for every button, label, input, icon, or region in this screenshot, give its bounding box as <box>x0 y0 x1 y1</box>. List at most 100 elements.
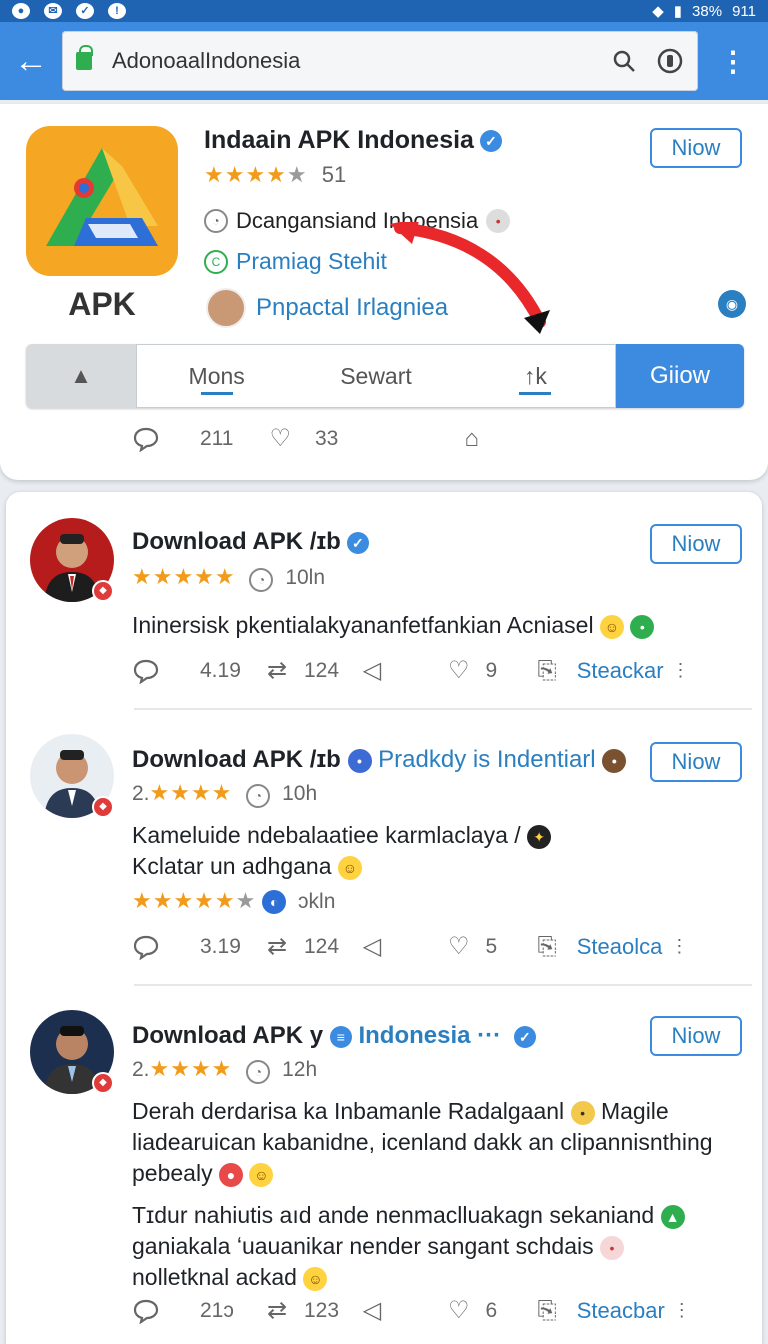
notification-icon: ✉ <box>44 3 62 19</box>
post-title-extra[interactable]: Pradkdy is Indentiarl <box>378 746 595 773</box>
bookmark-icon[interactable]: ⎘ <box>538 1297 557 1325</box>
repost-count: 124 <box>304 658 340 682</box>
tab-mons[interactable]: Mons <box>137 345 296 407</box>
avatar[interactable] <box>206 288 246 328</box>
smile-emoji-icon: ☺ <box>337 855 362 880</box>
divider <box>134 984 752 986</box>
share-link[interactable]: Steackar <box>577 658 664 684</box>
post-sub-rating: ★★★★★★ ◐ ɔkln <box>132 888 335 915</box>
lock-icon <box>76 45 93 70</box>
share-icon[interactable]: ◁ <box>352 656 392 685</box>
post-text-line: nolletknal ackad <box>132 1264 297 1290</box>
rating-prefix: 2. <box>132 782 150 805</box>
post-time: 12h <box>282 1058 318 1081</box>
bookmark-icon[interactable]: ⎘ <box>538 657 557 685</box>
notification-icon: ✓ <box>76 3 94 19</box>
post-meta: 2.★★★★ ◔ 12h <box>132 1056 317 1084</box>
status-icons: ● ✉ ✓ ! <box>12 3 126 19</box>
share-link[interactable]: Steaolca <box>577 934 663 960</box>
heart-icon[interactable]: ♡ <box>448 932 470 961</box>
person-emoji-icon: • <box>570 1100 595 1125</box>
bookmark-icon[interactable]: ⎘ <box>538 933 557 961</box>
clock: 911 <box>732 2 756 20</box>
share-icon[interactable]: ◁ <box>352 932 392 961</box>
more-icon[interactable]: ⋮ <box>673 1300 691 1321</box>
post-text-line: Kameluide ndebalaatiee karmlaclaya / <box>132 822 521 848</box>
repost-icon[interactable]: ⇄ <box>262 932 292 961</box>
share-icon[interactable]: ◁ <box>352 1296 392 1325</box>
face-emoji-icon: • <box>600 1235 624 1260</box>
wifi-icon: ◆ <box>652 3 664 20</box>
repost-icon[interactable]: ⇄ <box>262 1296 292 1325</box>
post-actions: 4.19 ⇄ 124 ◁ ♡ 9 ⎘ Steackar ⋮ <box>132 656 748 685</box>
address-bar[interactable]: AdonoaalIndonesia <box>62 31 698 91</box>
tab-third[interactable]: ↑k <box>456 345 615 407</box>
back-arrow-icon[interactable]: ← <box>0 22 62 100</box>
post-actions: 21ɔ ⇄ 123 ◁ ♡ 6 ⎘ Steacbar ⋮ <box>132 1296 748 1325</box>
promo-row: C Pramiag Stehit <box>204 248 387 275</box>
comment-icon[interactable] <box>132 934 160 960</box>
signal-icon: ▮ <box>673 3 683 20</box>
like-count: 5 <box>485 934 498 958</box>
post-card: ◆ Download APK /ɪb • Pradkdy is Indentia… <box>6 712 762 982</box>
more-icon[interactable]: ⋮ <box>670 936 688 957</box>
rating-prefix: 2. <box>132 1058 150 1081</box>
post-time: 10h <box>282 782 318 805</box>
app-card: APK Indaain APK Indonesia ✓ ★★★★★ 51 ◔ Dc… <box>0 104 768 480</box>
smile-emoji-icon: ☺ <box>249 1162 274 1187</box>
browser-toolbar: ← AdonoaalIndonesia ⋮ <box>0 22 768 100</box>
red-arrow-annotation <box>390 222 550 334</box>
verified-icon: ✓ <box>479 130 502 153</box>
home-icon[interactable]: ⌂ <box>464 425 479 453</box>
drive-icon: ▲ <box>660 1204 685 1229</box>
share-link[interactable]: Steacbar <box>577 1298 665 1324</box>
app-title: Indaain APK Indonesia ✓ <box>204 126 502 155</box>
post-title-text: Download APK /ɪb <box>132 528 341 555</box>
heart-icon[interactable]: ♡ <box>269 424 291 453</box>
app-stats-row: 211 ♡ 33 ⌂ <box>132 424 479 453</box>
post-text-line: Derah derdarisa ka Inbamanle Radalgaanl <box>132 1098 565 1124</box>
now-button[interactable]: Niow <box>650 1016 742 1056</box>
comment-count: 211 <box>200 426 234 450</box>
repost-count: 124 <box>304 934 340 958</box>
now-button[interactable]: Niow <box>650 524 742 564</box>
chat-icon[interactable]: ◉ <box>718 290 746 318</box>
avatar-badge-icon: ◆ <box>92 580 114 602</box>
promo-link[interactable]: Pramiag Stehit <box>236 248 387 275</box>
heart-icon[interactable]: ♡ <box>448 1296 470 1325</box>
now-button[interactable]: Niow <box>650 742 742 782</box>
overflow-menu-icon[interactable]: ⋮ <box>698 45 768 78</box>
app-rating: ★★★★★ 51 <box>204 162 346 188</box>
clock-icon: ◔ <box>249 568 274 592</box>
search-icon[interactable] <box>610 47 638 75</box>
comment-icon[interactable] <box>132 1298 160 1324</box>
smile-emoji-icon: ☺ <box>599 614 624 639</box>
rating-count: 51 <box>321 162 347 187</box>
repost-icon[interactable]: ⇄ <box>262 656 292 685</box>
like-count: 33 <box>315 426 339 450</box>
verified-icon: ✓ <box>513 1025 536 1048</box>
tab-sewart[interactable]: Sewart <box>296 345 455 407</box>
post-body: Ininersisk pkentialakyananfetfankian Acn… <box>132 610 742 641</box>
post-title: Download APK /ɪb ✓ <box>132 528 369 556</box>
heart-icon[interactable]: ♡ <box>448 656 470 685</box>
more-icon[interactable]: ⋮ <box>672 660 690 681</box>
post-text-line: liadearuican kabanidne, icenland dakk an… <box>132 1129 713 1155</box>
post-actions: 3.19 ⇄ 124 ◁ ♡ 5 ⎘ Steaolca ⋮ <box>132 932 748 961</box>
post-text-line: Kclatar un adhgana <box>132 853 332 879</box>
person-emoji-icon: • <box>630 614 655 639</box>
post-body: Derah derdarisa ka Inbamanle Radalgaanl … <box>132 1096 742 1189</box>
post-body-2: Tɪdur nahiutis aıd ande nenmaclluakagn s… <box>132 1200 742 1293</box>
star-rating-icon: ★★★★ <box>149 1056 233 1081</box>
post-title-extra[interactable]: Indonesia ··· <box>358 1022 501 1049</box>
comment-icon[interactable] <box>132 426 160 452</box>
app-icon[interactable] <box>26 126 178 276</box>
now-button[interactable]: Niow <box>650 128 742 168</box>
url-text[interactable]: AdonoaalIndonesia <box>112 48 592 74</box>
post-text-line: ganiakala ʻuauanikar nender sangant schd… <box>132 1233 594 1259</box>
up-arrow-icon[interactable]: ▲ <box>26 344 136 408</box>
star-rating-icon: ★★★★★★ <box>132 888 257 913</box>
info-icon[interactable] <box>656 47 684 75</box>
comment-icon[interactable] <box>132 658 160 684</box>
go-button[interactable]: Giiow <box>616 344 744 408</box>
